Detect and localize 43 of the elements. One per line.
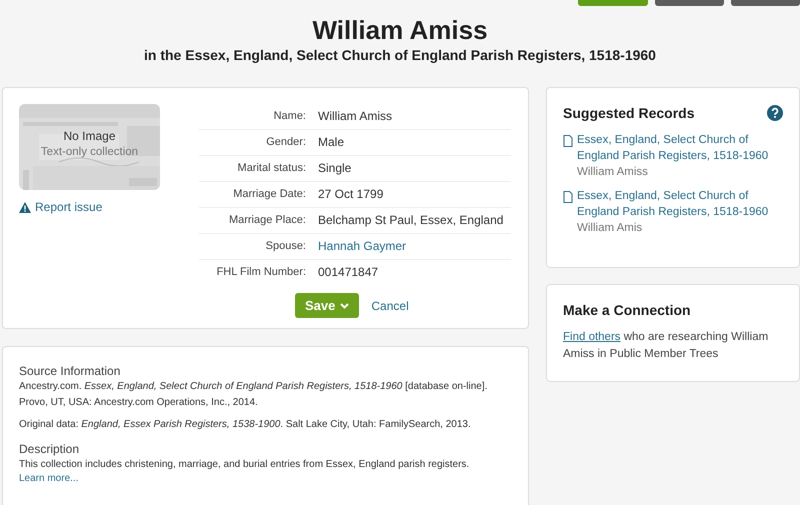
save-button[interactable]: Save (295, 293, 360, 318)
field-label: Spouse: (264, 239, 306, 254)
field-value: 001471847 (318, 264, 378, 281)
document-icon (563, 191, 573, 203)
help-icon[interactable] (767, 105, 783, 121)
field-value: Belchamp St Paul, Essex, England (318, 212, 504, 229)
connection-text: Find others who are researching William Amiss in Public Member Trees (563, 330, 770, 362)
toolbar-button[interactable] (731, 0, 800, 6)
section-heading: Source Information (19, 363, 122, 379)
record-link[interactable]: Essex, England, Select Church of England Parish Registers, 1518-1960 (577, 188, 783, 220)
field-value: Single (318, 160, 352, 177)
source-paragraph: Original data: England, Essex Parish Registers, 1538-1900. Salt Lake City, Utah: FamilySearch, 2013. (19, 418, 472, 432)
caret-icon (340, 302, 350, 308)
image-caption: Text-only collection (40, 145, 138, 160)
warning-icon (19, 202, 31, 212)
report-issue-link[interactable]: Report issue (19, 200, 161, 214)
field-value: Male (318, 134, 344, 151)
document-icon (563, 135, 573, 147)
image-title: No Image (63, 128, 116, 144)
description-text: This collection includes christening, marriage, and burial entries from Essex, England parish registers. (19, 458, 470, 472)
record-person: William Amis (577, 221, 644, 236)
field-value: 27 Oct 1799 (318, 186, 384, 203)
source-paragraph: Ancestry.com. Essex, England, Select Church of England Parish Registers, 1518-1960 [database on-line]. Provo, UT, USA: Ancestry.com Operations, Inc., 2014. (19, 380, 488, 410)
section-heading: Description (19, 441, 80, 457)
page-title: William Amiss (311, 14, 489, 46)
field-label: Gender: (265, 135, 306, 150)
card-title: Make a Connection (563, 301, 692, 320)
field-label: FHL Film Number: (216, 265, 306, 280)
field-label: Name: (272, 109, 306, 124)
cancel-link[interactable]: Cancel (371, 298, 409, 312)
record-person: William Amiss (577, 165, 649, 180)
toolbar-button[interactable] (578, 0, 648, 6)
page-subtitle: in the Essex, England, Select Church of England Parish Registers, 1518-1960 (143, 46, 657, 64)
field-label: Marriage Date: (232, 187, 306, 202)
spouse-link[interactable]: Hannah Gaymer (318, 238, 406, 255)
field-label: Marital status: (236, 161, 306, 176)
toolbar-button[interactable] (655, 0, 724, 6)
field-value: William Amiss (318, 108, 392, 125)
learn-more-link[interactable]: Learn more... (19, 473, 512, 485)
card-title: Suggested Records (563, 104, 694, 123)
find-others-link[interactable]: Find others (563, 331, 621, 343)
field-label: Marriage Place: (228, 213, 306, 228)
record-link[interactable]: Essex, England, Select Church of England Parish Registers, 1518-1960 (577, 132, 783, 164)
